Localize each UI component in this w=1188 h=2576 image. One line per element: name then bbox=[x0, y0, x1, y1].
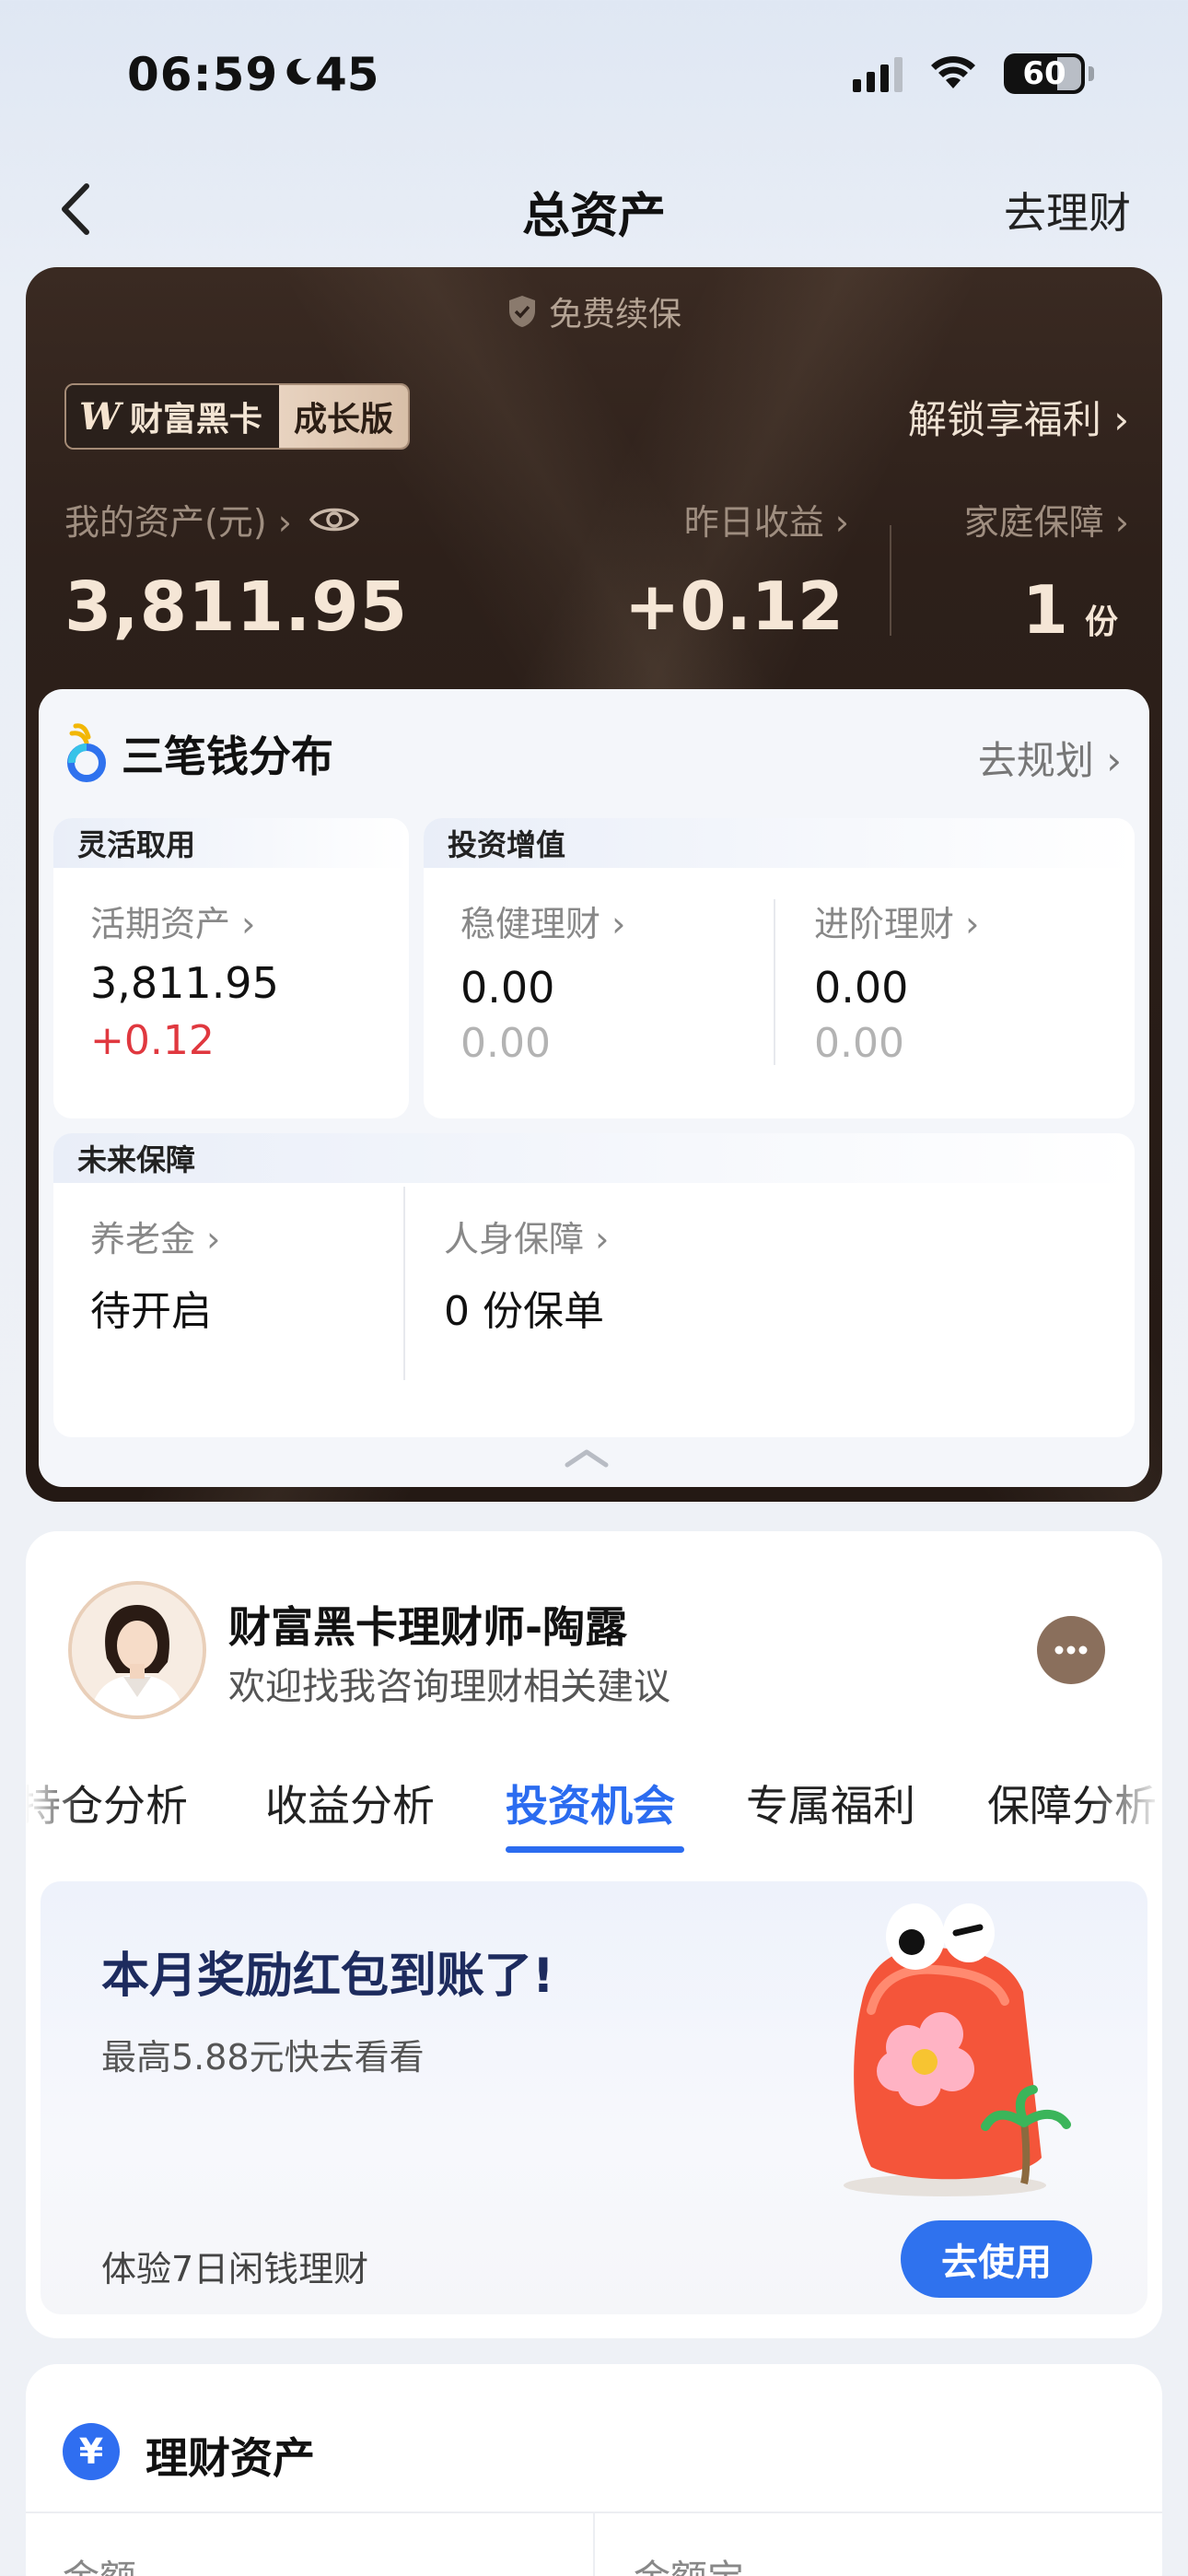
wealth-col1-label: 金额 bbox=[63, 2548, 136, 2576]
family-protection-value: 1 份 bbox=[1022, 571, 1118, 649]
promo-title: 本月奖励红包到账了! bbox=[101, 1949, 554, 2004]
family-protection-count: 1 bbox=[1021, 571, 1068, 649]
future-head: 未来保障 bbox=[53, 1133, 1135, 1183]
personal-protection-item[interactable]: 人身保障 › 0 份保单 bbox=[444, 1211, 812, 1358]
badge-name: 财富黑卡 bbox=[129, 401, 262, 439]
go-plan-link[interactable]: 去规划 › bbox=[978, 730, 1122, 786]
status-time-suffix: 45 bbox=[315, 48, 379, 101]
advisor-name: 财富黑卡理财师-陶露 bbox=[228, 1602, 628, 1652]
my-assets-value: 3,811.95 bbox=[64, 568, 409, 647]
three-money-distribution: 三笔钱分布 去规划 › 灵活取用 活期资产 › 3,811.95 +0.12 投… bbox=[39, 689, 1149, 1487]
pension-item[interactable]: 养老金 › 待开启 bbox=[90, 1211, 403, 1358]
tab-benefits[interactable]: 专属福利 bbox=[746, 1773, 915, 1833]
divider bbox=[890, 525, 891, 636]
steady-invest-value: 0.00 bbox=[460, 963, 555, 1013]
tab-earnings[interactable]: 收益分析 bbox=[265, 1773, 435, 1833]
personal-protection-value: 0 份保单 bbox=[444, 1288, 604, 1335]
advisor-subtitle: 欢迎找我咨询理财相关建议 bbox=[228, 1666, 670, 1708]
invest-head: 投资增值 bbox=[424, 818, 1135, 868]
yen-icon: ¥ bbox=[63, 2423, 120, 2480]
wealth-assets-card[interactable]: ¥ 理财资产 金额 金额宝 bbox=[26, 2364, 1162, 2576]
active-tab-indicator bbox=[506, 1846, 684, 1853]
advanced-invest-value: 0.00 bbox=[814, 963, 909, 1013]
advanced-invest-item[interactable]: 进阶理财 › 0.00 0.00 bbox=[814, 896, 1118, 1098]
advanced-invest-label: 进阶理财 › bbox=[814, 904, 980, 944]
go-invest-link[interactable]: 去理财 bbox=[1004, 180, 1131, 240]
pension-label: 养老金 › bbox=[90, 1219, 221, 1259]
signal-icon bbox=[853, 55, 903, 92]
current-assets-value: 3,811.95 bbox=[90, 958, 279, 1008]
chat-icon bbox=[1054, 1645, 1088, 1655]
family-protection-link[interactable]: 家庭保障 › bbox=[964, 494, 1129, 544]
battery-level: 60 bbox=[1022, 55, 1066, 92]
advisor-card: 财富黑卡理财师-陶露 欢迎找我咨询理财相关建议 持仓分析 收益分析 投资机会 专… bbox=[26, 1531, 1162, 2338]
flexible-head: 灵活取用 bbox=[53, 818, 409, 868]
wealth-black-card: 免费续保 W 财富黑卡 成长版 解锁享福利 › 我的资产(元) › 3,811.… bbox=[26, 267, 1162, 1502]
divider bbox=[593, 2512, 595, 2576]
wealth-assets-title: 理财资产 bbox=[146, 2433, 315, 2483]
current-assets-change: +0.12 bbox=[90, 1017, 215, 1064]
promo-banner[interactable]: 本月奖励红包到账了! 最高5.88元快去看看 体验7日闲钱理财 去使用 bbox=[41, 1881, 1147, 2314]
steady-invest-item[interactable]: 稳健理财 › 0.00 0.00 bbox=[460, 896, 774, 1098]
red-envelope-mascot-icon bbox=[844, 1903, 1071, 2196]
tab-fade-left bbox=[26, 1773, 81, 1837]
tab-fade-right bbox=[1089, 1773, 1162, 1837]
use-button[interactable]: 去使用 bbox=[901, 2220, 1092, 2298]
future-tile: 未来保障 养老金 › 待开启 人身保障 › 0 份保单 bbox=[53, 1133, 1135, 1437]
invest-tile: 投资增值 稳健理财 › 0.00 0.00 进阶理财 › 0.00 0.00 bbox=[424, 818, 1135, 1118]
pension-value: 待开启 bbox=[90, 1288, 212, 1335]
eye-icon[interactable] bbox=[309, 502, 360, 537]
yesterday-earnings-value: +0.12 bbox=[624, 568, 844, 645]
brand-logo-icon: W bbox=[79, 394, 121, 439]
free-renew-label: 免费续保 bbox=[548, 296, 681, 334]
divider bbox=[774, 899, 775, 1065]
badge-level: 成长版 bbox=[278, 385, 408, 448]
shield-icon bbox=[508, 296, 535, 327]
distribution-title: 三笔钱分布 bbox=[122, 732, 333, 781]
tab-opportunities[interactable]: 投资机会 bbox=[506, 1773, 675, 1833]
current-assets-label: 活期资产 › bbox=[90, 904, 256, 944]
chevron-up-icon[interactable] bbox=[564, 1446, 610, 1469]
personal-protection-label: 人身保障 › bbox=[444, 1219, 610, 1259]
promo-subtitle: 最高5.88元快去看看 bbox=[101, 2037, 425, 2078]
my-assets-label: 我的资产(元) › bbox=[64, 502, 292, 543]
battery-icon: 60 bbox=[1004, 53, 1094, 94]
divider bbox=[403, 1187, 405, 1380]
promo-footer: 体验7日闲钱理财 bbox=[101, 2249, 369, 2289]
chat-button[interactable] bbox=[1037, 1616, 1105, 1684]
steady-invest-sub: 0.00 bbox=[460, 1020, 551, 1067]
my-assets-link[interactable]: 我的资产(元) › bbox=[64, 494, 360, 544]
status-time: 06:59 bbox=[127, 48, 279, 101]
advisor-avatar[interactable] bbox=[68, 1581, 206, 1719]
free-renew-banner[interactable]: 免费续保 bbox=[26, 287, 1162, 335]
unlock-benefits-link[interactable]: 解锁享福利 › bbox=[908, 389, 1129, 445]
yesterday-earnings-link[interactable]: 昨日收益 › bbox=[684, 494, 849, 544]
advisor-tabs: 持仓分析 收益分析 投资机会 专属福利 保障分析 bbox=[26, 1773, 1162, 1856]
steady-invest-label: 稳健理财 › bbox=[460, 904, 626, 944]
wealth-col2-label: 金额宝 bbox=[634, 2548, 744, 2576]
advanced-invest-sub: 0.00 bbox=[814, 1020, 904, 1067]
family-protection-unit: 份 bbox=[1084, 603, 1118, 641]
distribution-logo-icon bbox=[67, 723, 106, 782]
flexible-tile[interactable]: 灵活取用 活期资产 › 3,811.95 +0.12 bbox=[53, 818, 409, 1118]
wifi-icon bbox=[928, 53, 978, 94]
moon-icon bbox=[282, 55, 315, 88]
status-icons: 60 bbox=[853, 53, 1094, 94]
black-card-badge: W 财富黑卡 成长版 bbox=[64, 383, 410, 450]
distribution-header: 三笔钱分布 bbox=[63, 720, 333, 787]
